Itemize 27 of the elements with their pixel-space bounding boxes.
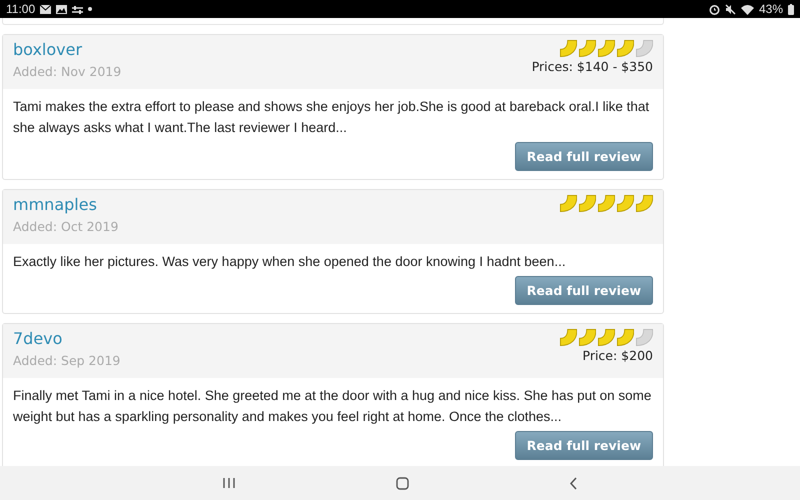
home-icon[interactable] — [396, 476, 409, 490]
read-review-button[interactable]: Read full review — [514, 431, 653, 460]
clock: 11:00 — [6, 2, 36, 16]
battery-percent: 43% — [758, 2, 783, 16]
review-excerpt: Finally met Tami in a nice hotel. She greeted me at the door with a hug and nice kiss. She has put on some weight but has a sparkling personality and makes you feel right at home. Once the clothes... — [13, 387, 652, 426]
added-date: Added: Sep 2019 — [13, 352, 120, 370]
alarm-icon — [708, 4, 720, 14]
mail-icon — [40, 4, 52, 14]
back-icon[interactable] — [569, 476, 578, 490]
read-review-button[interactable]: Read full review — [514, 142, 653, 171]
image-icon — [56, 4, 68, 14]
mute-icon — [724, 4, 736, 14]
author-link[interactable]: mmnaples — [13, 195, 118, 215]
review-excerpt: Exactly like her pictures. Was very happy when she opened the door knowing I hadnt been... — [13, 253, 567, 271]
added-date: Added: Nov 2019 — [13, 63, 122, 81]
wifi-icon — [740, 4, 754, 14]
author-link[interactable]: 7devo — [13, 329, 120, 349]
sliders-icon — [72, 4, 84, 14]
price-text: Prices: $140 - $350 — [532, 58, 653, 76]
added-date: Added: Oct 2019 — [13, 218, 118, 236]
battery-icon — [788, 4, 794, 14]
author-link[interactable]: boxlover — [13, 40, 122, 60]
dot-icon — [88, 7, 92, 11]
recent-apps-icon[interactable] — [222, 477, 236, 489]
price-text: Price: $200 — [582, 347, 653, 365]
review-excerpt: Tami makes the extra effort to please and shows she enjoys her job.She is good at bareback oral.I like that she always asks what I want.The last reviewer I heard... — [13, 98, 650, 137]
read-review-button[interactable]: Read full review — [514, 276, 653, 305]
